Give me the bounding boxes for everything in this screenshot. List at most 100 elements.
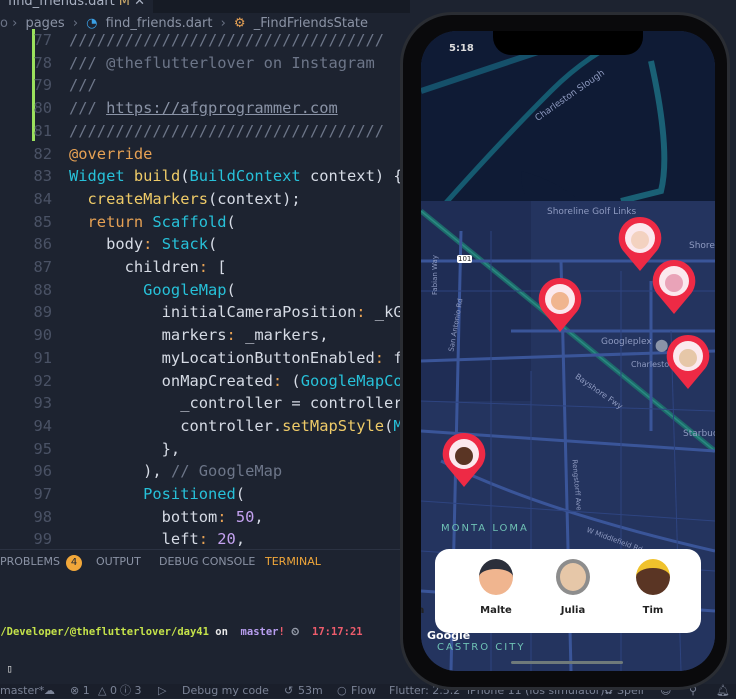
code-line[interactable]: 85 return Scaffold(	[0, 211, 400, 234]
code-token: body	[69, 235, 144, 254]
friend-map-marker[interactable]	[651, 258, 697, 316]
code-line[interactable]: 93 _controller = controller	[0, 392, 400, 415]
code-text: ///	[69, 74, 97, 97]
code-token: (	[291, 371, 301, 390]
code-token: :	[374, 348, 394, 367]
status-warnings[interactable]: △ 0	[98, 684, 117, 698]
sync-icon[interactable]: ☁	[44, 684, 55, 698]
history-icon: ↺	[284, 684, 294, 697]
code-token: myLocationButtonEnabled	[69, 348, 375, 367]
status-time: 5:18	[449, 43, 474, 54]
tab-problems[interactable]: PROBLEMS 4	[0, 555, 83, 571]
code-token: children	[69, 258, 199, 276]
code-line[interactable]: 79 ///	[0, 74, 400, 97]
status-branch[interactable]: master*	[0, 684, 44, 698]
code-line[interactable]: 92 onMapCreated: (GoogleMapCo	[0, 370, 400, 393]
code-line[interactable]: 86 body: Stack(	[0, 233, 400, 256]
home-indicator[interactable]	[511, 661, 623, 664]
line-number: 91	[33, 348, 52, 367]
friend-item[interactable]: Tim	[623, 559, 683, 616]
close-icon[interactable]: ✕	[134, 0, 145, 9]
line-number: 98	[33, 507, 52, 526]
avatar	[421, 559, 438, 595]
friend-item[interactable]: Julia	[543, 559, 603, 616]
code-line[interactable]: 80 /// https://afgprogrammer.com	[0, 97, 400, 120]
code-token: _controller = controller	[69, 394, 400, 413]
code-text: @override	[69, 143, 152, 166]
bell-icon[interactable]: 🔔︎	[716, 684, 730, 698]
line-number: 90	[33, 326, 52, 345]
code-token: ),	[69, 462, 171, 481]
code-token: controller.	[69, 416, 283, 435]
line-number: 93	[33, 394, 52, 413]
code-token: return	[69, 212, 144, 231]
friend-item[interactable]: a	[421, 559, 451, 616]
code-line[interactable]: 88 GoogleMap(	[0, 279, 400, 302]
code-line[interactable]: 99 left: 20,	[0, 528, 400, 549]
status-debug[interactable]: Debug my code	[182, 684, 269, 698]
code-text: initialCameraPosition: _kG	[69, 301, 400, 324]
code-token: 50	[235, 507, 255, 526]
line-number: 86	[33, 235, 52, 254]
code-line[interactable]: 91 myLocationButtonEnabled: f	[0, 347, 400, 370]
code-line[interactable]: 87 children: [	[0, 256, 400, 279]
code-token: createMarkers	[69, 189, 208, 208]
code-token: @override	[69, 144, 153, 163]
terminal-dirty: !	[278, 626, 285, 638]
notch	[493, 31, 643, 55]
code-editor[interactable]: 77 ////////////////////////////////// 78 //…	[0, 29, 400, 549]
code-line[interactable]: 84 createMarkers(context);	[0, 188, 400, 211]
code-token: Scaffold	[143, 212, 227, 231]
status-flow[interactable]: Flow	[351, 684, 376, 698]
friend-item[interactable]: Malte	[466, 559, 526, 616]
code-token: :	[356, 303, 375, 322]
code-line[interactable]: 83 Widget build(BuildContext context) {	[0, 165, 400, 188]
line-number: 83	[33, 167, 52, 186]
flow-icon: ○	[337, 684, 347, 697]
code-text: //////////////////////////////////	[69, 29, 384, 52]
terminal-input-line[interactable]: $ ▯	[0, 663, 363, 675]
code-token: GoogleMap	[69, 280, 227, 299]
map-screen[interactable]: Charleston Slough Shoreline Golf Links S…	[421, 31, 715, 671]
code-line[interactable]: 77 //////////////////////////////////	[0, 29, 400, 52]
friend-map-marker[interactable]	[441, 431, 487, 489]
code-token: ///	[69, 76, 97, 95]
friend-map-marker[interactable]	[537, 276, 583, 334]
tab-terminal[interactable]: TERMINAL	[265, 555, 321, 568]
code-line[interactable]: 81 //////////////////////////////////	[0, 120, 400, 143]
code-line[interactable]: 94 controller.setMapStyle(M	[0, 415, 400, 438]
code-line[interactable]: 89 initialCameraPosition: _kG	[0, 301, 400, 324]
code-line[interactable]: 96 ), // GoogleMap	[0, 460, 400, 483]
code-token: (	[235, 485, 246, 503]
code-token: bottom	[69, 507, 218, 526]
code-text: left: 20,	[69, 528, 245, 549]
status-info[interactable]: ⓘ 3	[120, 684, 142, 698]
code-line[interactable]: 78 /// @theflutterlover on Instagram	[0, 52, 400, 75]
code-token: f	[393, 348, 400, 367]
code-line[interactable]: 90 markers: _markers,	[0, 324, 400, 347]
line-number: 80	[33, 99, 52, 118]
debug-icon[interactable]: ▷	[158, 684, 166, 698]
iphone-simulator: Charleston Slough Shoreline Golf Links S…	[400, 12, 730, 690]
code-token: },	[69, 439, 181, 458]
code-line[interactable]: 95 },	[0, 438, 400, 461]
status-errors[interactable]: ⊗ 1	[70, 684, 90, 698]
friend-map-marker[interactable]	[665, 333, 711, 391]
code-text: createMarkers(context);	[69, 188, 301, 211]
tab-output[interactable]: OUTPUT	[96, 555, 141, 568]
map-label: Fabian Way	[430, 255, 439, 295]
code-line[interactable]: 97 Positioned(	[0, 483, 400, 506]
code-text: Positioned(	[69, 483, 245, 506]
tab-find-friends[interactable]: find_friends.dart M ✕	[0, 0, 154, 13]
code-text: body: Stack(	[69, 233, 217, 256]
avatar-face	[679, 349, 697, 367]
code-token: ,	[235, 530, 246, 549]
code-token[interactable]: https://afgprogrammer.com	[106, 99, 338, 117]
code-line[interactable]: 82 @override	[0, 143, 400, 166]
status-timer[interactable]: 53m	[298, 684, 323, 698]
tab-debug-console[interactable]: DEBUG CONSOLE	[159, 555, 255, 568]
code-token: Positioned	[69, 485, 236, 503]
avatar-face	[665, 274, 683, 292]
code-text: controller.setMapStyle(M	[69, 415, 400, 438]
code-line[interactable]: 98 bottom: 50,	[0, 506, 400, 529]
